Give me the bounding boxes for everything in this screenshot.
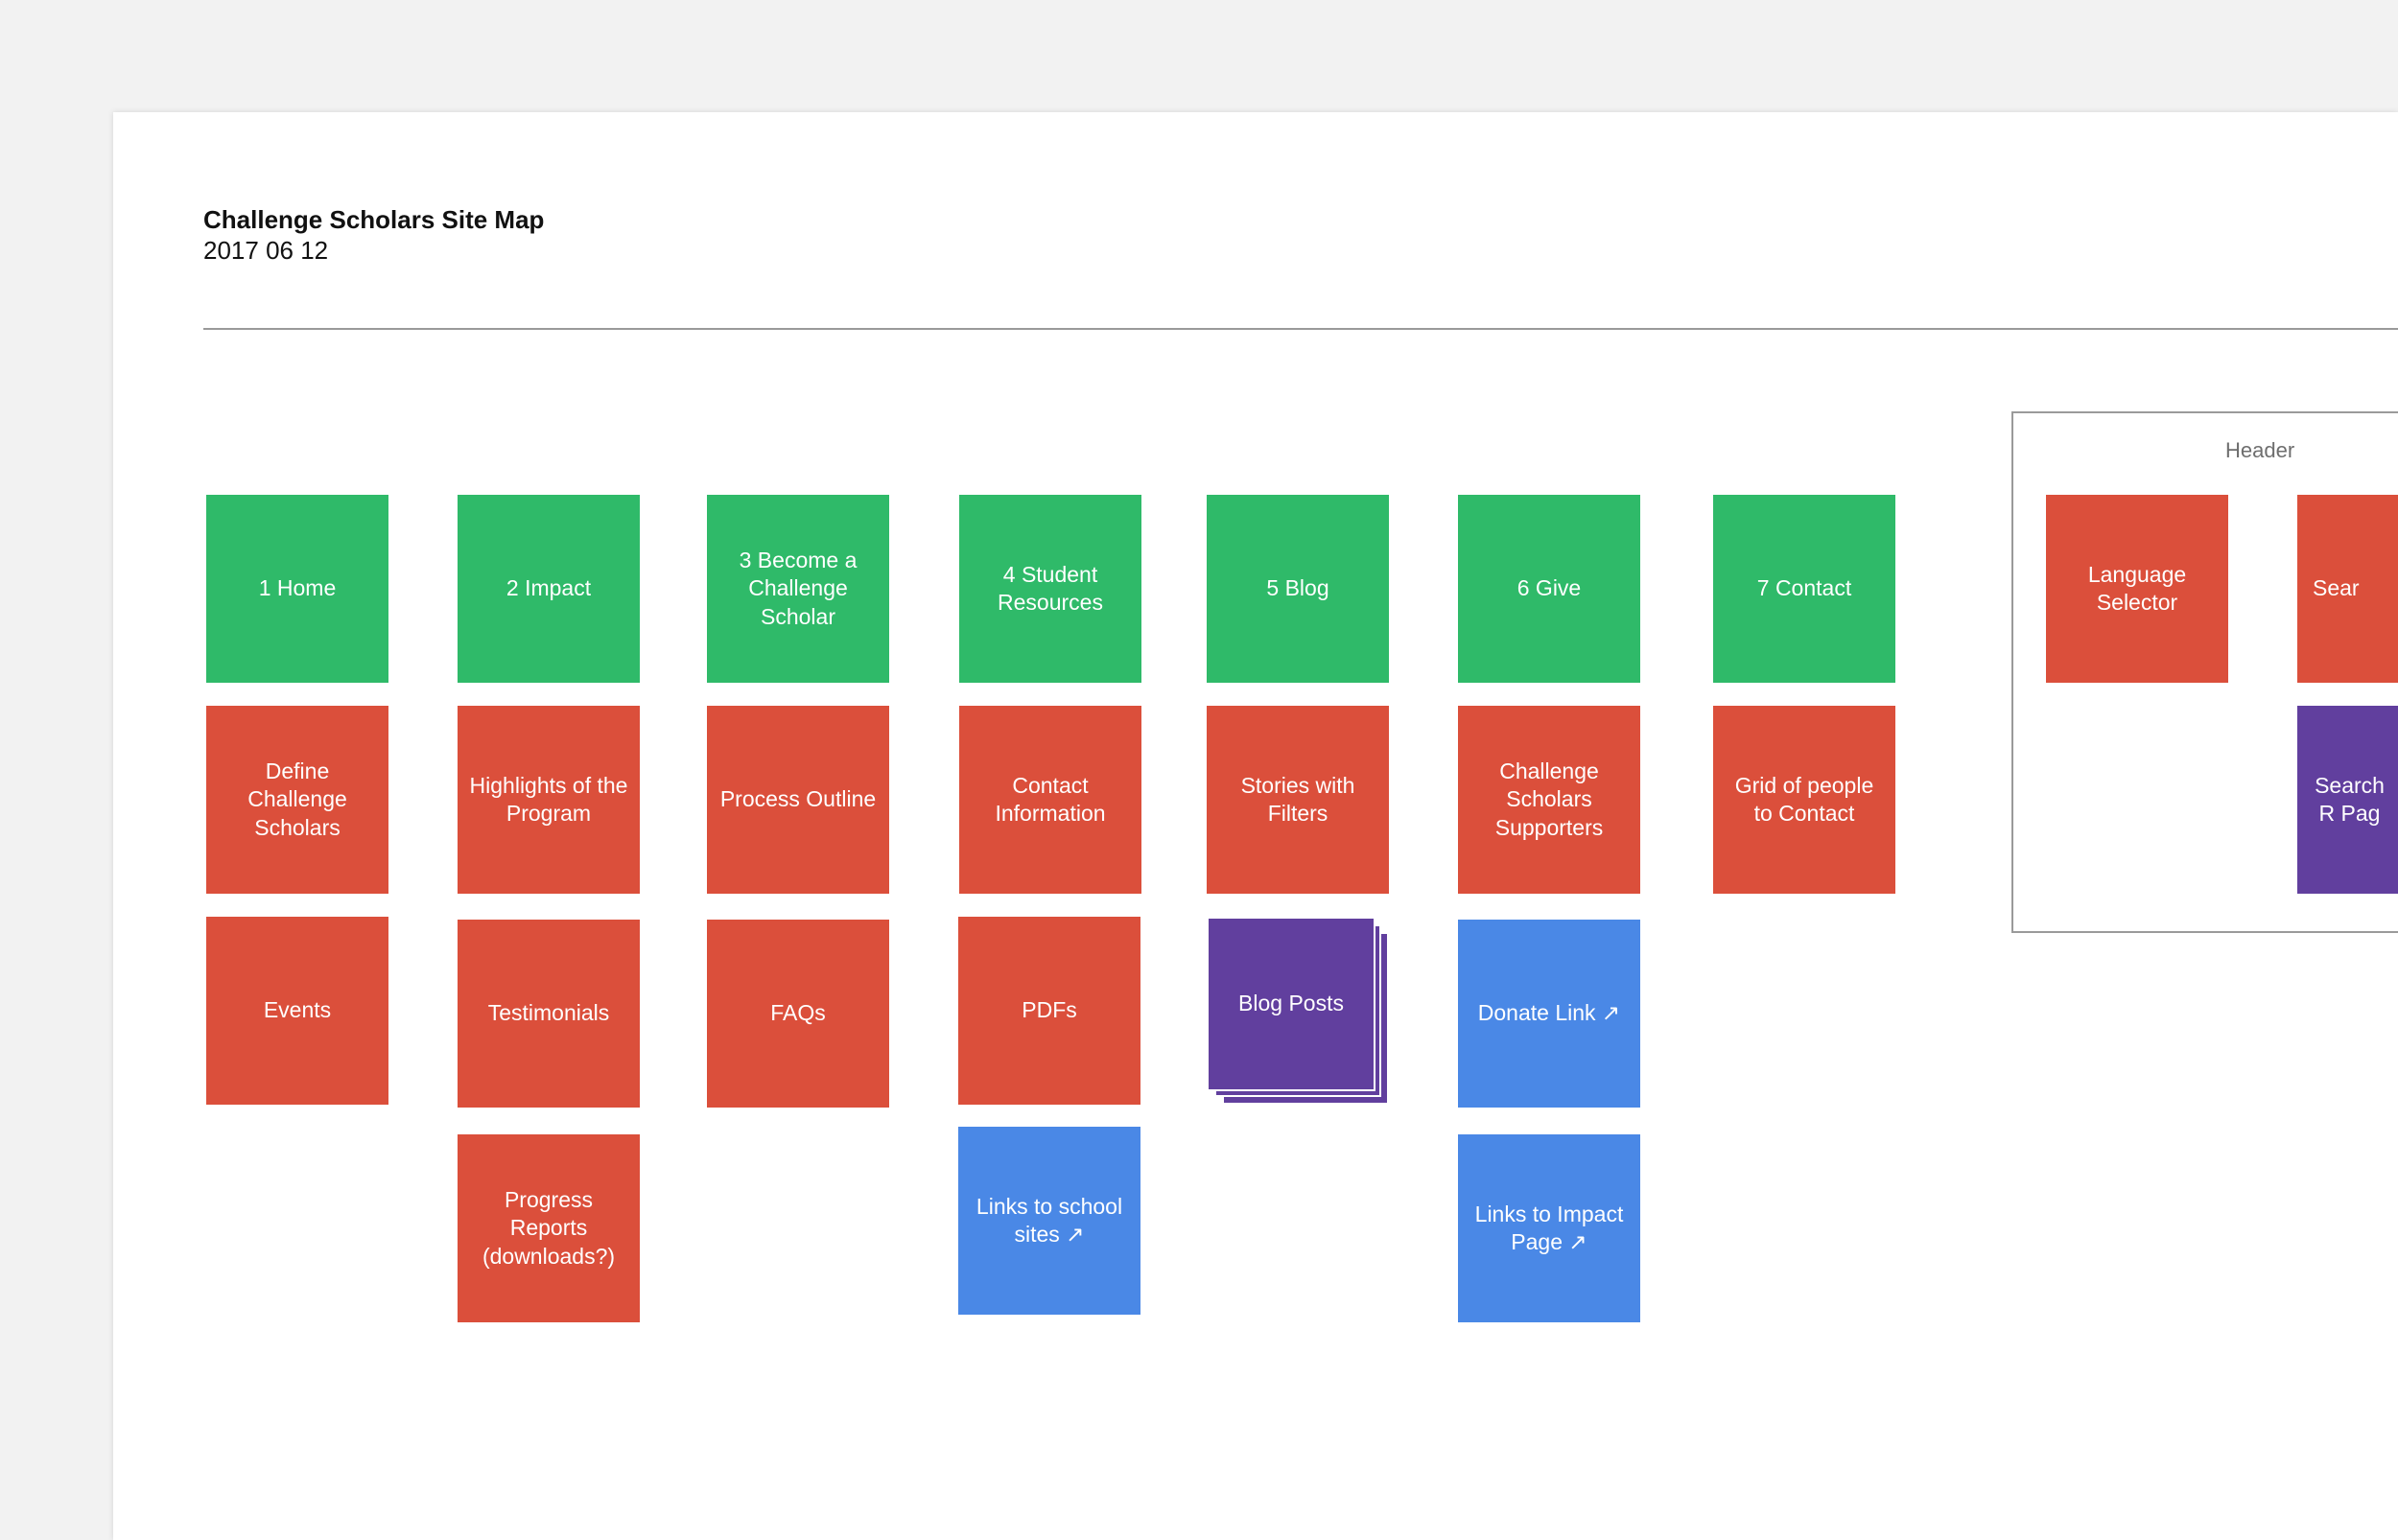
sitemap-title: Challenge Scholars Site Map (203, 205, 545, 234)
node-progress-reports[interactable]: Progress Reports (downloads?) (458, 1134, 640, 1322)
node-blog[interactable]: 5 Blog (1207, 495, 1389, 683)
node-contact-information[interactable]: Contact Information (959, 706, 1141, 894)
sitemap-date: 2017 06 12 (203, 236, 329, 265)
node-search-clipped[interactable]: Sear (2297, 495, 2398, 683)
node-faqs[interactable]: FAQs (707, 920, 889, 1108)
node-process-outline[interactable]: Process Outline (707, 706, 889, 894)
node-pdfs[interactable]: PDFs (958, 917, 1140, 1105)
node-testimonials[interactable]: Testimonials (458, 920, 640, 1108)
node-blog-posts[interactable]: Blog Posts (1207, 917, 1375, 1091)
node-links-to-school-sites[interactable]: Links to school sites ↗︎ (958, 1127, 1140, 1315)
header-group-label: Header (2225, 438, 2295, 462)
node-events[interactable]: Events (206, 917, 388, 1105)
node-define-challenge-scholars[interactable]: Define Challenge Scholars (206, 706, 388, 894)
node-impact[interactable]: 2 Impact (458, 495, 640, 683)
node-donate-link[interactable]: Donate Link ↗︎ (1458, 920, 1640, 1108)
node-links-to-impact-page[interactable]: Links to Impact Page ↗︎ (1458, 1134, 1640, 1322)
node-become-a-challenge-scholar[interactable]: 3 Become a Challenge Scholar (707, 495, 889, 683)
node-challenge-scholars-supporters[interactable]: Challenge Scholars Supporters (1458, 706, 1640, 894)
node-highlights-of-the-program[interactable]: Highlights of the Program (458, 706, 640, 894)
node-search-results-page-clipped[interactable]: Search R Pag (2297, 706, 2398, 894)
node-home[interactable]: 1 Home (206, 495, 388, 683)
node-student-resources[interactable]: 4 Student Resources (959, 495, 1141, 683)
node-stories-with-filters[interactable]: Stories with Filters (1207, 706, 1389, 894)
node-contact[interactable]: 7 Contact (1713, 495, 1895, 683)
node-language-selector[interactable]: Language Selector (2046, 495, 2228, 683)
title-divider (203, 328, 2398, 330)
node-give[interactable]: 6 Give (1458, 495, 1640, 683)
node-grid-of-people-to-contact[interactable]: Grid of people to Contact (1713, 706, 1895, 894)
